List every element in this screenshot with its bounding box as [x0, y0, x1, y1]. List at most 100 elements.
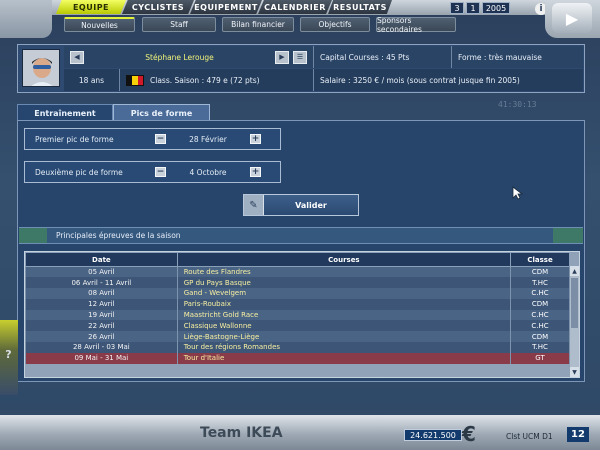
- races-table-container: Date Courses Classe 05 Avril Route des F…: [24, 251, 580, 378]
- races-table: Date Courses Classe 05 Avril Route des F…: [25, 252, 570, 364]
- race-name: Route des Flandres: [176, 266, 512, 278]
- budget-display: 24.621.500: [404, 429, 462, 441]
- header-classe[interactable]: Classe: [510, 252, 570, 267]
- premier-pic-plus-button[interactable]: +: [250, 134, 261, 144]
- tab-equipement[interactable]: EQUIPEMENT: [190, 0, 262, 14]
- arrow-right-icon: ▶: [279, 53, 285, 61]
- subtab-sponsors-secondaires[interactable]: Sponsors secondaires: [376, 16, 456, 34]
- race-classe: C.HC: [510, 320, 570, 332]
- header-courses[interactable]: Courses: [176, 252, 512, 267]
- subtab-objectifs[interactable]: Objectifs: [300, 17, 370, 32]
- scroll-thumb[interactable]: [571, 278, 578, 328]
- race-date: 05 Avril: [25, 266, 178, 278]
- deuxieme-pic-label: Deuxième pic de forme: [35, 167, 123, 177]
- tab-resultats[interactable]: RESULTATS: [328, 0, 392, 14]
- tab-calendrier[interactable]: CALENDRIER: [258, 0, 332, 14]
- rider-avatar: [22, 49, 60, 87]
- rider-age: 18 ans: [64, 69, 120, 91]
- tab-cyclistes[interactable]: CYCLISTES: [122, 0, 194, 14]
- salaire: Salaire : 3250 € / mois (sous contrat ju…: [314, 69, 583, 91]
- race-classe: GT: [510, 352, 570, 364]
- rider-name: Stéphane Lerouge: [145, 52, 214, 62]
- date-month: 1: [466, 2, 480, 14]
- mouse-cursor-icon: [512, 185, 524, 200]
- euro-icon: €: [462, 422, 476, 446]
- section-deco-right: [553, 228, 583, 243]
- premier-pic-label: Premier pic de forme: [35, 134, 114, 144]
- table-header-row: Date Courses Classe: [25, 252, 570, 267]
- race-name: Maastricht Gold Race: [176, 309, 512, 321]
- premier-pic-row: Premier pic de forme − 28 Février +: [24, 128, 281, 150]
- subtab-bilan-financier[interactable]: Bilan financier: [222, 17, 294, 32]
- forme-status: Forme : très mauvaise: [452, 46, 583, 68]
- table-row[interactable]: 26 Avril Liège-Bastogne-Liège CDM: [25, 331, 570, 343]
- section-deco-left: [19, 228, 47, 243]
- date-year: 2005: [482, 2, 510, 14]
- date-display: 3 1 2005: [450, 2, 542, 14]
- race-classe: CDM: [510, 266, 570, 278]
- tab-pics-de-forme[interactable]: Pics de forme: [113, 104, 210, 121]
- race-name: Tour d'Italie: [176, 352, 512, 364]
- table-row[interactable]: 08 Avril Gand - Wevelgem C.HC: [25, 288, 570, 299]
- tab-equipe[interactable]: EQUIPE: [56, 0, 126, 14]
- race-date: 19 Avril: [25, 309, 178, 321]
- table-row-highlighted[interactable]: 09 Mai - 31 Mai Tour d'Italie GT: [25, 352, 570, 364]
- race-date: 09 Mai - 31 Mai: [25, 352, 178, 364]
- continue-button[interactable]: ▶: [552, 3, 592, 33]
- race-date: 08 Avril: [25, 288, 178, 299]
- arrow-left-icon: ◀: [74, 53, 80, 61]
- list-icon: ☰: [296, 53, 304, 61]
- race-date: 28 Avril - 03 Mai: [25, 342, 178, 353]
- rider-class-row: Class. Saison : 479 e (72 pts): [120, 69, 314, 91]
- table-row[interactable]: 12 Avril Paris-Roubaix CDM: [25, 298, 570, 310]
- table-row[interactable]: 05 Avril Route des Flandres CDM: [25, 266, 570, 278]
- race-classe: C.HC: [510, 309, 570, 321]
- valider-button[interactable]: ✎ Valider: [243, 194, 359, 216]
- races-title: Principales épreuves de la saison: [56, 231, 181, 240]
- race-classe: C.HC: [510, 288, 570, 299]
- race-classe: CDM: [510, 298, 570, 310]
- race-name: Classique Wallonne: [176, 320, 512, 332]
- race-name: Liège-Bastogne-Liège: [176, 331, 512, 343]
- scroll-up-icon[interactable]: ▲: [570, 266, 579, 276]
- races-section-header: Principales épreuves de la saison: [19, 227, 583, 244]
- top-left-corner-decoration: [0, 0, 52, 38]
- ranking-value: 12: [567, 427, 589, 442]
- valider-label: Valider: [295, 200, 327, 210]
- header-date[interactable]: Date: [25, 252, 178, 267]
- deuxieme-pic-value: 4 Octobre: [189, 167, 227, 177]
- rider-list-button[interactable]: ☰: [292, 50, 307, 64]
- tab-entrainement[interactable]: Entraînement: [17, 104, 113, 121]
- next-rider-button[interactable]: ▶: [274, 50, 289, 64]
- race-classe: CDM: [510, 331, 570, 343]
- prev-rider-button[interactable]: ◀: [70, 50, 84, 64]
- race-name: GP du Pays Basque: [176, 277, 512, 289]
- deuxieme-pic-row: Deuxième pic de forme − 4 Octobre +: [24, 161, 281, 183]
- table-row[interactable]: 28 Avril - 03 Mai Tour des régions Roman…: [25, 342, 570, 353]
- subtab-nouvelles[interactable]: Nouvelles: [64, 17, 135, 32]
- pencil-icon: ✎: [244, 195, 264, 215]
- race-date: 12 Avril: [25, 298, 178, 310]
- table-row[interactable]: 19 Avril Maastricht Gold Race C.HC: [25, 309, 570, 321]
- background-clock-text: 41:30:13: [498, 100, 537, 109]
- deuxieme-pic-plus-button[interactable]: +: [250, 167, 261, 177]
- premier-pic-value: 28 Février: [189, 134, 227, 144]
- rider-name-row: ◀ Stéphane Lerouge ▶ ☰: [64, 46, 314, 68]
- race-name: Gand - Wevelgem: [176, 288, 512, 299]
- play-icon: ▶: [565, 8, 579, 28]
- table-row[interactable]: 22 Avril Classique Wallonne C.HC: [25, 320, 570, 332]
- race-classe: T.HC: [510, 277, 570, 289]
- table-scrollbar[interactable]: ▲ ▼: [570, 266, 579, 377]
- race-date: 06 Avril - 11 Avril: [25, 277, 178, 289]
- race-name: Paris-Roubaix: [176, 298, 512, 310]
- table-row[interactable]: 06 Avril - 11 Avril GP du Pays Basque T.…: [25, 277, 570, 289]
- scroll-down-icon[interactable]: ▼: [570, 367, 579, 377]
- date-day: 3: [450, 2, 464, 14]
- race-date: 22 Avril: [25, 320, 178, 332]
- ranking-label: Clst UCM D1: [506, 431, 553, 441]
- help-icon[interactable]: ?: [2, 348, 15, 361]
- deuxieme-pic-minus-button[interactable]: −: [155, 167, 166, 177]
- premier-pic-minus-button[interactable]: −: [155, 134, 166, 144]
- belgium-flag-icon: [126, 74, 144, 86]
- subtab-staff[interactable]: Staff: [142, 17, 216, 32]
